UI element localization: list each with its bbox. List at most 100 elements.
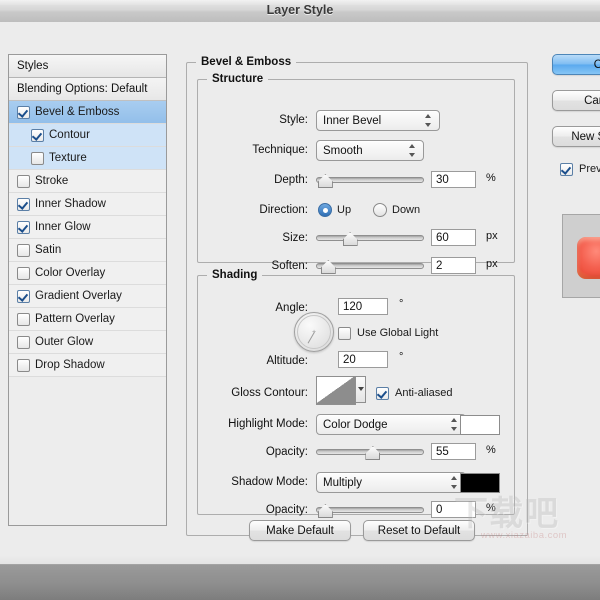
sidebar-item-label: Bevel & Emboss bbox=[35, 101, 119, 123]
sidebar-item-satin[interactable]: Satin bbox=[9, 239, 166, 262]
direction-up-radio[interactable] bbox=[318, 203, 332, 217]
sidebar-item-label: Inner Glow bbox=[35, 216, 91, 238]
sidebar-item-label: Texture bbox=[49, 147, 87, 169]
window-title: Layer Style bbox=[0, 3, 600, 17]
soften-input[interactable]: 2 bbox=[431, 257, 476, 274]
altitude-unit: ° bbox=[399, 351, 403, 363]
effect-checkbox[interactable] bbox=[17, 313, 30, 326]
shadow-color-swatch[interactable] bbox=[460, 473, 500, 493]
anti-aliased-option[interactable]: Anti-aliased bbox=[376, 383, 452, 403]
shadow-opacity-slider[interactable] bbox=[316, 502, 424, 518]
angle-unit: ° bbox=[399, 298, 403, 310]
anti-aliased-label: Anti-aliased bbox=[395, 387, 452, 399]
effect-checkbox[interactable] bbox=[17, 290, 30, 303]
effect-checkbox[interactable] bbox=[31, 129, 44, 142]
highlight-mode-select[interactable]: Color Dodge bbox=[316, 414, 466, 435]
shadow-opacity-label: Opacity: bbox=[198, 500, 308, 520]
highlight-opacity-slider[interactable] bbox=[316, 444, 424, 460]
highlight-color-swatch[interactable] bbox=[460, 415, 500, 435]
effect-checkbox[interactable] bbox=[17, 359, 30, 372]
angle-input[interactable]: 120 bbox=[338, 298, 388, 315]
stepper-arrows-icon bbox=[451, 476, 458, 489]
technique-label: Technique: bbox=[198, 140, 308, 160]
sidebar-item-gradient-overlay[interactable]: Gradient Overlay bbox=[9, 285, 166, 308]
sidebar-item-bevel-emboss[interactable]: Bevel & Emboss bbox=[9, 101, 166, 124]
preview-option[interactable]: Preview bbox=[560, 159, 600, 179]
style-label: Style: bbox=[198, 110, 308, 130]
light-angle-dial[interactable]: + bbox=[294, 312, 334, 352]
gloss-contour-label: Gloss Contour: bbox=[198, 383, 308, 403]
new-style-button[interactable]: New Style... bbox=[552, 126, 600, 147]
sidebar-item-inner-shadow[interactable]: Inner Shadow bbox=[9, 193, 166, 216]
technique-select[interactable]: Smooth bbox=[316, 140, 424, 161]
sidebar-item-label: Stroke bbox=[35, 170, 68, 192]
sidebar-item-label: Inner Shadow bbox=[35, 193, 106, 215]
effect-checkbox[interactable] bbox=[17, 106, 30, 119]
sidebar-item-outer-glow[interactable]: Outer Glow bbox=[9, 331, 166, 354]
shadow-opacity-input[interactable]: 0 bbox=[431, 501, 476, 518]
effect-checkbox[interactable] bbox=[17, 336, 30, 349]
depth-slider[interactable] bbox=[316, 172, 424, 188]
sidebar-item-pattern-overlay[interactable]: Pattern Overlay bbox=[9, 308, 166, 331]
preview-label: Preview bbox=[579, 163, 600, 175]
style-preview-thumbnail bbox=[577, 237, 600, 279]
depth-input[interactable]: 30 bbox=[431, 171, 476, 188]
gloss-contour-dropdown-arrow-icon[interactable] bbox=[356, 376, 366, 403]
make-default-button[interactable]: Make Default bbox=[249, 520, 351, 541]
cancel-button[interactable]: Cancel bbox=[552, 90, 600, 111]
altitude-input[interactable]: 20 bbox=[338, 351, 388, 368]
use-global-light-option[interactable]: Use Global Light bbox=[338, 323, 438, 343]
blending-options-row[interactable]: Blending Options: Default bbox=[9, 78, 166, 101]
sidebar-item-texture[interactable]: Texture bbox=[9, 147, 166, 170]
sidebar-item-label: Contour bbox=[49, 124, 90, 146]
shadow-mode-select[interactable]: Multiply bbox=[316, 472, 466, 493]
effect-checkbox[interactable] bbox=[17, 175, 30, 188]
style-select[interactable]: Inner Bevel bbox=[316, 110, 440, 131]
size-label: Size: bbox=[198, 228, 308, 248]
title-bar[interactable]: Layer Style bbox=[0, 0, 600, 23]
preview-checkbox[interactable] bbox=[560, 163, 573, 176]
sidebar-item-inner-glow[interactable]: Inner Glow bbox=[9, 216, 166, 239]
shadow-opacity-unit: % bbox=[486, 502, 496, 514]
effect-checkbox[interactable] bbox=[17, 221, 30, 234]
size-slider[interactable] bbox=[316, 230, 424, 246]
effect-checkbox[interactable] bbox=[17, 198, 30, 211]
anti-aliased-checkbox[interactable] bbox=[376, 387, 389, 400]
size-input[interactable]: 60 bbox=[431, 229, 476, 246]
effects-list: Bevel & EmbossContourTextureStrokeInner … bbox=[9, 101, 166, 377]
highlight-opacity-label: Opacity: bbox=[198, 442, 308, 462]
direction-up-option[interactable]: Up bbox=[318, 200, 351, 220]
soften-slider[interactable] bbox=[316, 258, 424, 274]
dialog-body: Styles Blending Options: Default Bevel &… bbox=[0, 22, 600, 556]
reset-to-default-button[interactable]: Reset to Default bbox=[363, 520, 475, 541]
bevel-emboss-panel: Bevel & Emboss Structure Style: Inner Be… bbox=[176, 54, 531, 524]
depth-unit: % bbox=[486, 172, 496, 184]
gloss-contour-picker[interactable] bbox=[316, 376, 366, 408]
sidebar-item-drop-shadow[interactable]: Drop Shadow bbox=[9, 354, 166, 377]
sidebar-item-label: Drop Shadow bbox=[35, 354, 105, 376]
styles-header: Styles bbox=[9, 55, 166, 78]
effect-checkbox[interactable] bbox=[31, 152, 44, 165]
style-select-value: Inner Bevel bbox=[323, 115, 381, 127]
angle-label: Angle: bbox=[198, 298, 308, 318]
highlight-opacity-input[interactable]: 55 bbox=[431, 443, 476, 460]
layer-style-window: Layer Style Styles Blending Options: Def… bbox=[0, 0, 600, 600]
direction-down-option[interactable]: Down bbox=[373, 200, 420, 220]
sidebar-item-label: Outer Glow bbox=[35, 331, 93, 353]
bevel-emboss-group-title: Bevel & Emboss bbox=[196, 56, 296, 68]
stepper-arrows-icon bbox=[425, 114, 432, 127]
ok-button[interactable]: OK bbox=[552, 54, 600, 75]
sidebar-item-color-overlay[interactable]: Color Overlay bbox=[9, 262, 166, 285]
shading-group: Shading Angle: 120 ° + Use Global Light … bbox=[197, 275, 515, 515]
sidebar-item-contour[interactable]: Contour bbox=[9, 124, 166, 147]
gloss-contour-swatch[interactable] bbox=[316, 376, 356, 405]
structure-group: Structure Style: Inner Bevel Technique: … bbox=[197, 79, 515, 263]
shadow-mode-value: Multiply bbox=[323, 477, 362, 489]
sidebar-item-stroke[interactable]: Stroke bbox=[9, 170, 166, 193]
use-global-light-checkbox[interactable] bbox=[338, 327, 351, 340]
sidebar-item-label: Satin bbox=[35, 239, 61, 261]
direction-down-radio[interactable] bbox=[373, 203, 387, 217]
effect-checkbox[interactable] bbox=[17, 244, 30, 257]
effect-checkbox[interactable] bbox=[17, 267, 30, 280]
soften-unit: px bbox=[486, 258, 498, 270]
